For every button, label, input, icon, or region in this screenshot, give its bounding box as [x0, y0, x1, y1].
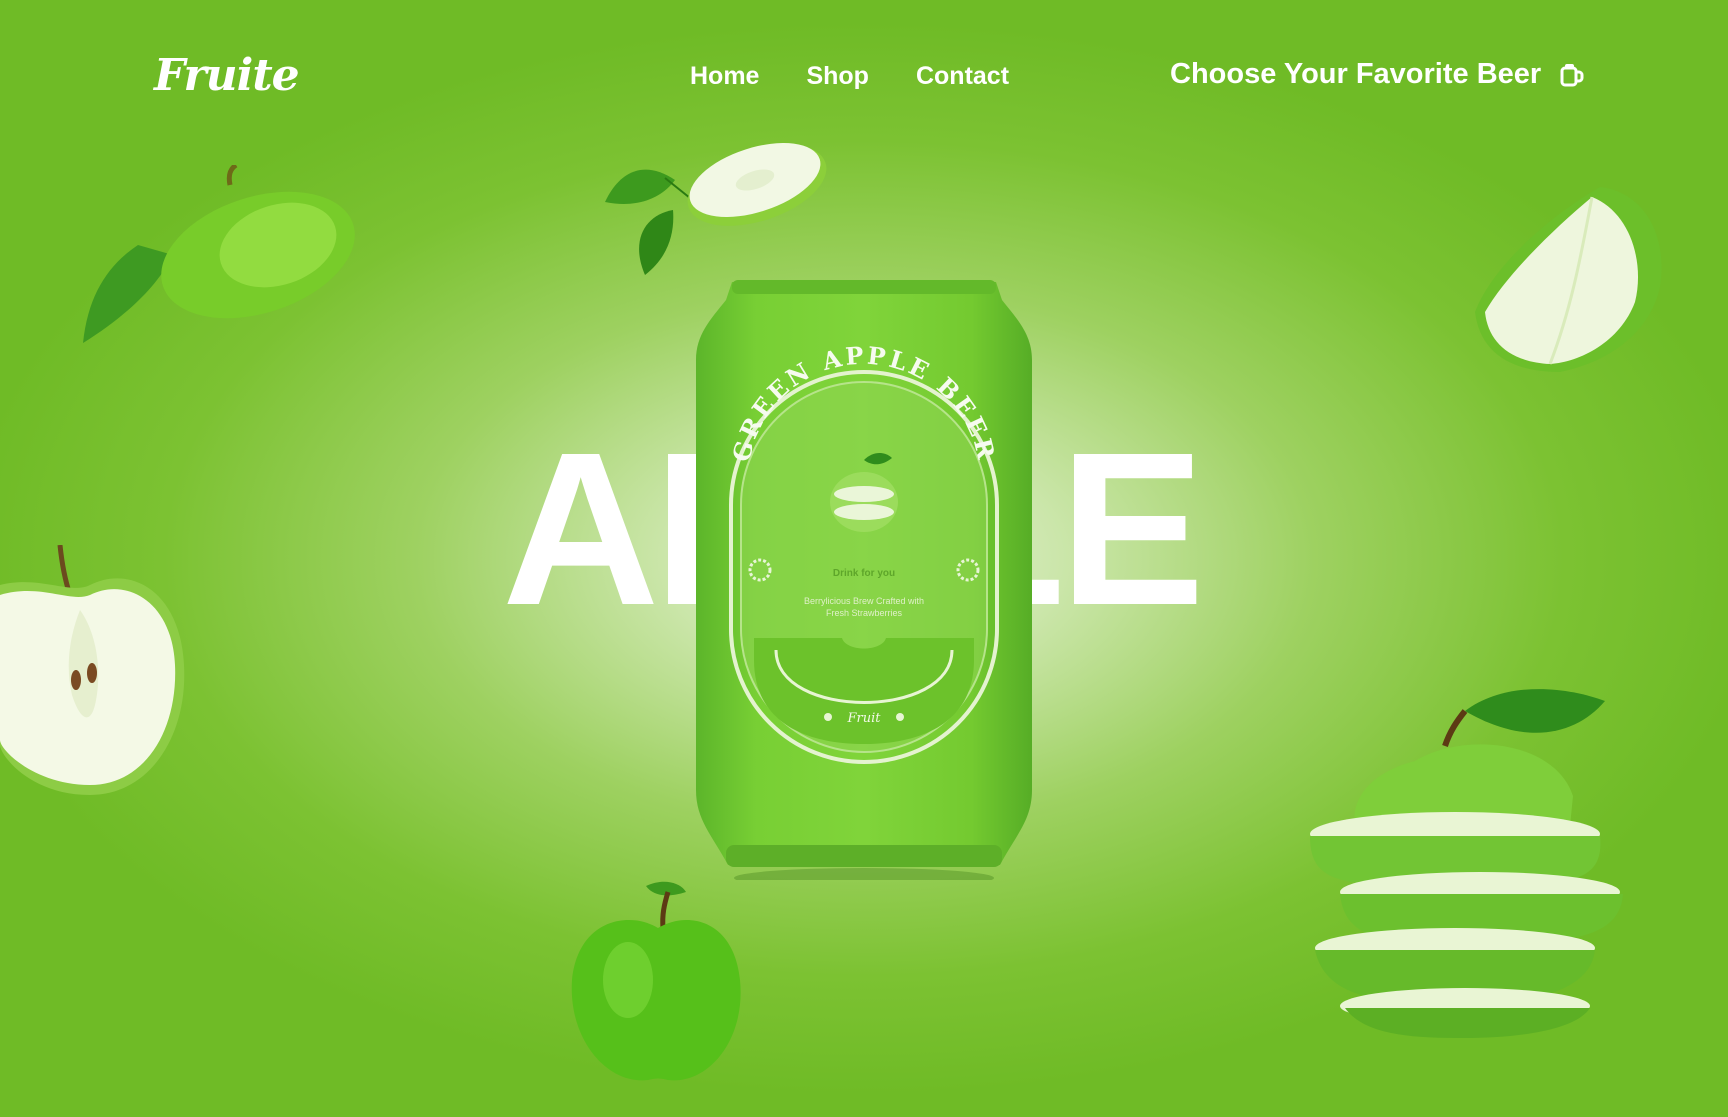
nav-home[interactable]: Home — [690, 62, 759, 91]
beer-can: GREEN APPLE BEER Drink for you Berrylici… — [696, 280, 1032, 880]
apple-half-top-left — [83, 165, 355, 343]
apple-cross-section-left — [0, 545, 185, 795]
choose-beer-link[interactable]: Choose Your Favorite Beer — [1170, 58, 1585, 91]
nav-shop[interactable]: Shop — [806, 62, 869, 91]
can-label-description-2: Fresh Strawberries — [826, 608, 903, 618]
can-label-brand: Fruit — [847, 711, 882, 726]
apple-wedge-top-right — [1475, 187, 1662, 372]
logo[interactable]: Fruite — [154, 50, 300, 101]
nav-contact[interactable]: Contact — [916, 62, 1009, 91]
beer-mug-icon — [1560, 63, 1584, 86]
can-label-description-1: Berrylicious Brew Crafted with — [804, 596, 924, 606]
choose-beer-label: Choose Your Favorite Beer — [1170, 58, 1542, 90]
whole-apple-bottom — [571, 881, 741, 1081]
can-label-tagline: Drink for you — [833, 568, 895, 579]
main-nav: Home Shop Contact — [690, 62, 1009, 91]
sliced-apple-stack — [1310, 689, 1623, 1038]
apple-slice-with-leaves — [605, 143, 827, 275]
